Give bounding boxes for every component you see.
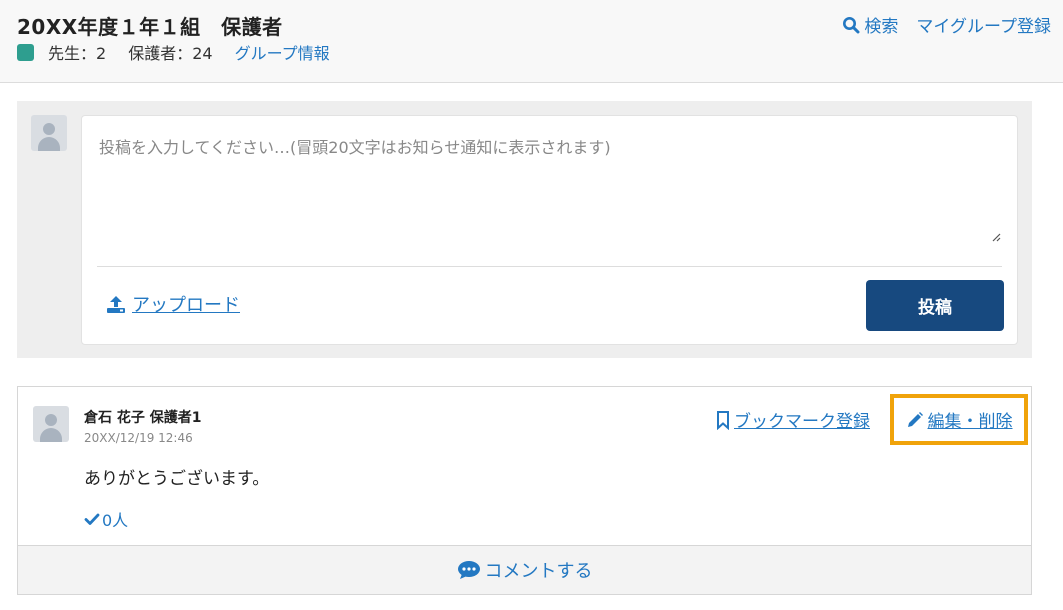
- comment-button[interactable]: コメントする: [18, 545, 1031, 594]
- bookmark-icon: [717, 410, 729, 430]
- header-actions: 検索 マイグループ登録: [842, 12, 1051, 37]
- post-card: 倉石 花子 保護者1 20XX/12/19 12:46 ありがとうございます。 …: [17, 386, 1032, 595]
- guardian-count: 保護者：24: [128, 44, 213, 63]
- upload-label: アップロード: [132, 295, 240, 316]
- edit-delete-label: 編集・削除: [927, 412, 1013, 432]
- teacher-count: 先生：2: [48, 44, 107, 63]
- likes-button[interactable]: 0人: [84, 507, 128, 531]
- search-icon: [843, 16, 860, 33]
- group-color-badge: [17, 43, 34, 61]
- search-link[interactable]: 検索: [842, 12, 898, 37]
- post-input[interactable]: 投稿を入力してください…(冒頭20文字はお知らせ通知に表示されます): [99, 134, 611, 158]
- upload-icon: [107, 296, 125, 313]
- post-composer: 投稿を入力してください…(冒頭20文字はお知らせ通知に表示されます) アップロー…: [17, 101, 1032, 358]
- resize-handle-icon[interactable]: [991, 232, 1001, 242]
- edit-delete-button[interactable]: 編集・削除: [890, 394, 1028, 445]
- post-body: ありがとうございます。: [84, 469, 270, 489]
- mygroup-register-link[interactable]: マイグループ登録: [916, 12, 1051, 37]
- post-author: 倉石 花子 保護者1: [84, 410, 202, 426]
- composer-card: 投稿を入力してください…(冒頭20文字はお知らせ通知に表示されます) アップロー…: [81, 115, 1018, 345]
- avatar: [31, 115, 67, 151]
- likes-count: 0人: [102, 511, 129, 530]
- search-label: 検索: [864, 17, 899, 37]
- post-timestamp: 20XX/12/19 12:46: [84, 431, 193, 445]
- bookmark-label: ブックマーク登録: [734, 412, 870, 432]
- check-icon: [84, 513, 100, 525]
- page-title: 20XX年度１年１組 保護者: [17, 15, 283, 39]
- pencil-icon: [907, 411, 923, 427]
- avatar: [33, 406, 69, 442]
- divider: [97, 266, 1002, 267]
- group-header: 20XX年度１年１組 保護者 先生：2 保護者：24 グループ情報 検索 マイグ…: [0, 0, 1063, 83]
- post-button[interactable]: 投稿: [866, 280, 1004, 331]
- comment-icon: [457, 561, 480, 579]
- group-meta: 先生：2 保護者：24 グループ情報: [17, 40, 352, 64]
- upload-link[interactable]: アップロード: [106, 291, 240, 317]
- group-info-link[interactable]: グループ情報: [235, 40, 330, 64]
- comment-label: コメントする: [484, 561, 593, 582]
- bookmark-button[interactable]: ブックマーク登録: [715, 407, 870, 432]
